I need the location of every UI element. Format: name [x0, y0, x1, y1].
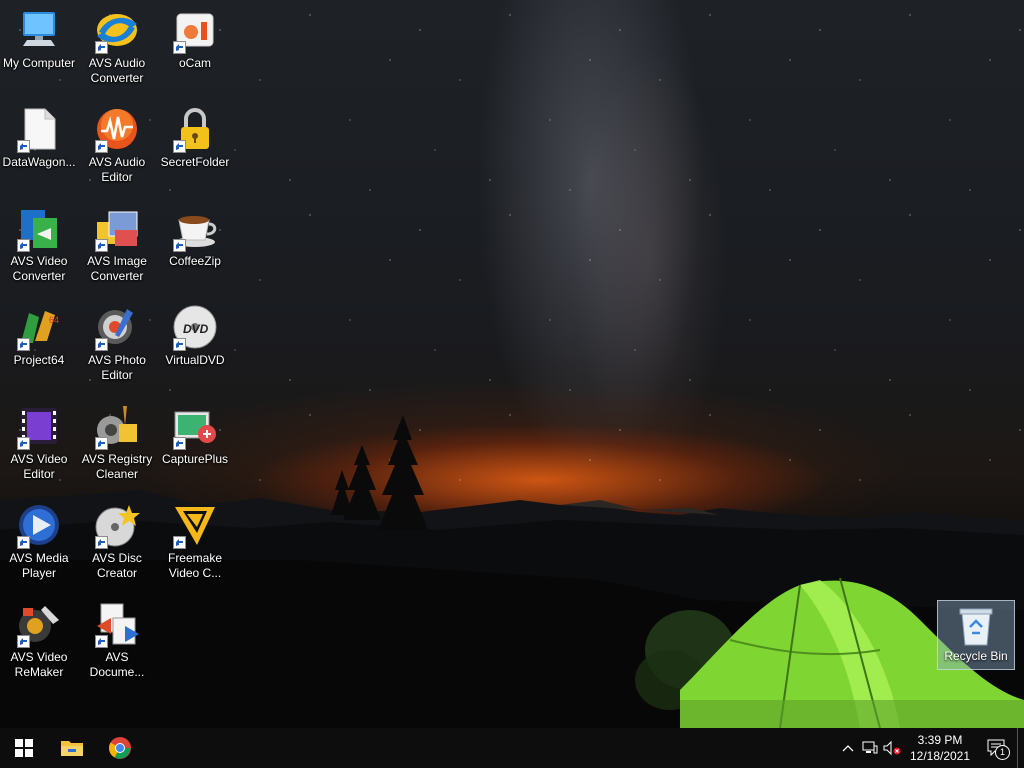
show-desktop-button[interactable] — [1017, 728, 1024, 768]
desktop-icon-avs-audio-editor[interactable]: AVS Audio Editor — [78, 99, 156, 185]
chrome-icon — [109, 737, 131, 759]
shortcut-arrow-icon — [173, 239, 186, 252]
shortcut-arrow-icon — [173, 140, 186, 153]
desktop-icon-label: oCam — [178, 56, 211, 70]
desktop-icon-virtualdvd[interactable]: DVD VirtualDVD — [156, 297, 234, 368]
desktop-icon-my-computer[interactable]: My Computer — [0, 0, 78, 71]
clock-time: 3:39 PM — [917, 733, 963, 747]
desktop-icon-project64[interactable]: 64 Project64 — [0, 297, 78, 368]
shortcut-arrow-icon — [17, 239, 30, 252]
desktop-icon-avs-image-converter[interactable]: AVS Image Converter — [78, 198, 156, 284]
computer-icon — [23, 12, 55, 46]
shortcut-arrow-icon — [95, 437, 108, 450]
desktop-icon-datawagon[interactable]: DataWagon... — [0, 99, 78, 170]
shortcut-arrow-icon — [173, 338, 186, 351]
notification-count-badge: 1 — [995, 745, 1010, 760]
system-tray: 3:39 PM 12/18/2021 1 — [837, 728, 1024, 768]
desktop-icon-label: My Computer — [2, 56, 76, 70]
shortcut-arrow-icon — [95, 41, 108, 54]
desktop-icon-avs-video-editor[interactable]: AVS Video Editor — [0, 396, 78, 482]
shortcut-arrow-icon — [17, 140, 30, 153]
shortcut-arrow-icon — [17, 536, 30, 549]
desktop-icon-label: AVS Video Converter — [10, 254, 68, 283]
shortcut-arrow-icon — [95, 536, 108, 549]
desktop-icon-freemake-video-converter[interactable]: Freemake Video C... — [156, 495, 234, 581]
volume-button[interactable] — [881, 728, 903, 768]
shortcut-arrow-icon — [95, 635, 108, 648]
desktop-icon-label: AVS Docume... — [89, 650, 145, 679]
file-explorer-icon — [61, 741, 83, 756]
desktop-icon-label: AVS Audio Editor — [88, 155, 146, 184]
desktop-icon-ocam[interactable]: oCam — [156, 0, 234, 71]
svg-text:64: 64 — [49, 315, 59, 325]
desktop-icon-avs-registry-cleaner[interactable]: AVS Registry Cleaner — [78, 396, 156, 482]
desktop-icon-recycle-bin[interactable]: Recycle Bin — [937, 600, 1015, 670]
desktop-icon-grid: My Computer AVS Audio Converter oCam Dat… — [0, 0, 240, 700]
shortcut-arrow-icon — [173, 437, 186, 450]
desktop-icon-avs-photo-editor[interactable]: AVS Photo Editor — [78, 297, 156, 383]
action-center-button[interactable]: 1 — [977, 728, 1017, 768]
svg-text:DVD: DVD — [183, 322, 209, 336]
desktop-icon-avs-video-remaker[interactable]: AVS Video ReMaker — [0, 594, 78, 680]
desktop-icon-label: Project64 — [13, 353, 65, 367]
desktop-icon-label: AVS Media Player — [9, 551, 69, 580]
shortcut-arrow-icon — [95, 239, 108, 252]
desktop-icon-avs-document-converter[interactable]: AVS Docume... — [78, 594, 156, 680]
desktop-icon-label: CapturePlus — [161, 452, 229, 466]
clock-date: 12/18/2021 — [909, 749, 971, 763]
show-hidden-icons-button[interactable] — [837, 728, 859, 768]
desktop-icon-label: VirtualDVD — [165, 353, 225, 367]
desktop-icon-label: DataWagon... — [2, 155, 76, 169]
desktop-icon-coffeezip[interactable]: CoffeeZip — [156, 198, 234, 269]
desktop-icon-label: AVS Disc Creator — [92, 551, 142, 580]
chevron-up-icon — [842, 745, 854, 752]
taskbar: 3:39 PM 12/18/2021 1 — [0, 728, 1024, 768]
start-button[interactable] — [0, 728, 48, 768]
desktop-icon-label: AVS Video ReMaker — [10, 650, 68, 679]
desktop-icon-label: Freemake Video C... — [167, 551, 223, 580]
network-button[interactable] — [859, 728, 881, 768]
shortcut-arrow-icon — [173, 41, 186, 54]
shortcut-arrow-icon — [17, 338, 30, 351]
desktop-icon-label: AVS Video Editor — [10, 452, 68, 481]
desktop-icon-avs-media-player[interactable]: AVS Media Player — [0, 495, 78, 581]
desktop-icon-label: AVS Image Converter — [87, 254, 147, 283]
desktop-icon-label: AVS Photo Editor — [88, 353, 146, 382]
desktop-icon-label: SecretFolder — [160, 155, 230, 169]
desktop-icon-label: Recycle Bin — [944, 649, 1008, 663]
desktop-icon-avs-video-converter[interactable]: AVS Video Converter — [0, 198, 78, 284]
taskbar-file-explorer-button[interactable] — [48, 728, 96, 768]
desktop-icon-secretfolder[interactable]: SecretFolder — [156, 99, 234, 170]
shortcut-arrow-icon — [95, 140, 108, 153]
shortcut-arrow-icon — [95, 338, 108, 351]
shortcut-arrow-icon — [17, 635, 30, 648]
desktop-icon-avs-audio-converter[interactable]: AVS Audio Converter — [78, 0, 156, 86]
windows-start-icon — [15, 739, 33, 757]
recycle-bin-icon — [959, 608, 993, 646]
volume-muted-icon — [883, 741, 901, 755]
desktop-icon-label: AVS Registry Cleaner — [81, 452, 153, 481]
shortcut-arrow-icon — [17, 437, 30, 450]
taskbar-chrome-button[interactable] — [96, 728, 144, 768]
network-icon — [862, 741, 878, 754]
desktop-icon-label: AVS Audio Converter — [88, 56, 146, 85]
desktop-icon-avs-disc-creator[interactable]: AVS Disc Creator — [78, 495, 156, 581]
desktop-icon-captureplus[interactable]: CapturePlus — [156, 396, 234, 467]
desktop-icon-label: CoffeeZip — [169, 254, 221, 268]
taskbar-clock[interactable]: 3:39 PM 12/18/2021 — [903, 732, 977, 764]
shortcut-arrow-icon — [173, 536, 186, 549]
